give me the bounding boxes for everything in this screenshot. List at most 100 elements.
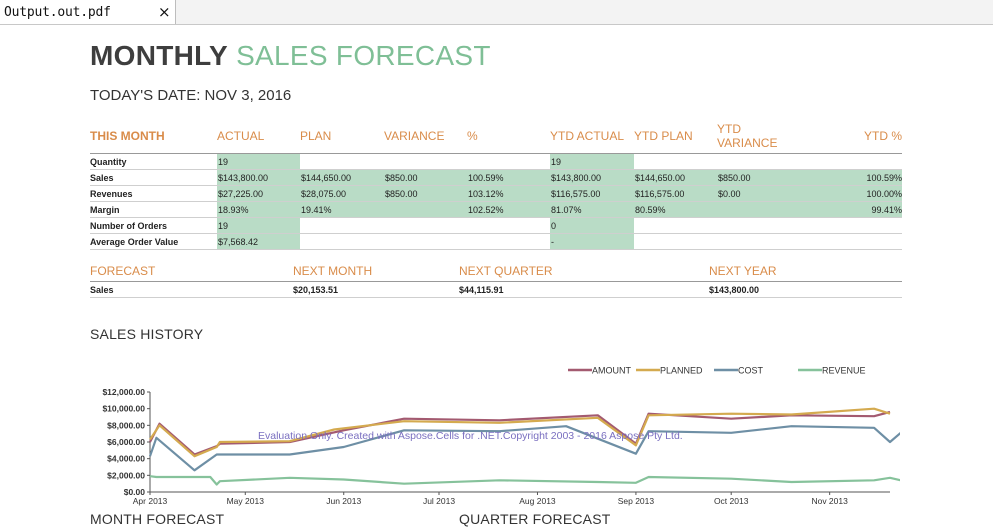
col-header: NEXT QUARTER xyxy=(459,264,553,278)
row-label: Quantity xyxy=(90,153,217,170)
x-tick-label: Jul 2013 xyxy=(423,496,455,506)
x-tick-label: May 2013 xyxy=(227,496,265,506)
y-tick-label: $8,000.00 xyxy=(107,420,145,430)
cell: $850.00 xyxy=(384,185,467,202)
cell: - xyxy=(550,233,634,250)
cell xyxy=(384,201,467,218)
cell: $850.00 xyxy=(384,169,467,186)
cell: 19 xyxy=(217,153,300,170)
forecast-table: FORECAST NEXT MONTH NEXT QUARTER NEXT YE… xyxy=(90,264,902,298)
cell: 103.12% xyxy=(467,185,550,202)
tab-bar: Output.out.pdf × xyxy=(0,0,993,25)
table-row: Sales $143,800.00 $144,650.00 $850.00 100.59… xyxy=(90,169,902,186)
cell xyxy=(467,153,550,170)
x-tick-label: Jun 2013 xyxy=(326,496,361,506)
cell xyxy=(384,217,467,234)
cell: $116,575.00 xyxy=(634,185,717,202)
cell: 0 xyxy=(550,217,634,234)
row-label: Revenues xyxy=(90,185,217,202)
col-header: NEXT MONTH xyxy=(293,264,373,278)
x-tick-label: Apr 2013 xyxy=(133,496,168,506)
cell: $28,075.00 xyxy=(300,185,384,202)
table-row: Sales $20,153.51 $44,115.91 $143,800.00 xyxy=(90,281,902,298)
cell xyxy=(717,233,800,250)
cell: $27,225.00 xyxy=(217,185,300,202)
cell xyxy=(717,201,800,218)
cell: $144,650.00 xyxy=(634,169,717,186)
forecast-table-header: FORECAST NEXT MONTH NEXT QUARTER NEXT YE… xyxy=(90,264,902,282)
title-bold: MONTHLY xyxy=(90,40,228,71)
cell: $143,800.00 xyxy=(550,169,634,186)
sales-history-chart: $0.00$2,000.00$4,000.00$6,000.00$8,000.0… xyxy=(102,366,900,506)
cell: 19 xyxy=(550,153,634,170)
cell xyxy=(300,217,384,234)
table-row: Number of Orders 19 0 xyxy=(90,217,902,234)
row-label: Number of Orders xyxy=(90,217,217,234)
cell: 80.59% xyxy=(634,201,717,218)
y-tick-label: $12,000.00 xyxy=(102,387,145,397)
legend-label: COST xyxy=(738,366,764,376)
pdf-page: MONTHLY SALES FORECAST TODAY'S DATE: NOV… xyxy=(0,24,993,527)
col-header: NEXT YEAR xyxy=(709,264,777,278)
cell xyxy=(384,233,467,250)
series-line-revenue xyxy=(149,475,900,486)
quarter-forecast-title: QUARTER FORECAST xyxy=(459,511,611,527)
cell: 18.93% xyxy=(217,201,300,218)
cell xyxy=(634,233,717,250)
x-tick-label: Nov 2013 xyxy=(811,496,848,506)
cell: 99.41% xyxy=(800,201,902,218)
cell: $144,650.00 xyxy=(300,169,384,186)
table-row: Margin 18.93% 19.41% 102.52% 81.07% 80.59% 99.… xyxy=(90,201,902,218)
cell: 19.41% xyxy=(300,201,384,218)
row-label: Sales xyxy=(90,169,217,186)
col-header: THIS MONTH xyxy=(90,129,165,143)
col-header: PLAN xyxy=(300,129,332,143)
y-tick-label: $6,000.00 xyxy=(107,437,145,447)
y-tick-label: $2,000.00 xyxy=(107,470,145,480)
report-title: MONTHLY SALES FORECAST xyxy=(90,40,491,72)
cell: $143,800.00 xyxy=(217,169,300,186)
legend-label: REVENUE xyxy=(822,366,866,376)
col-header: ACTUAL xyxy=(217,129,265,143)
cell: 19 xyxy=(217,217,300,234)
cell: $20,153.51 xyxy=(293,281,459,298)
cell xyxy=(300,153,384,170)
cell: $116,575.00 xyxy=(550,185,634,202)
cell xyxy=(800,153,902,170)
row-label: Average Order Value xyxy=(90,233,217,250)
col-header: VARIANCE xyxy=(384,129,445,143)
table-row: Quantity 19 19 xyxy=(90,153,902,170)
col-header: FORECAST xyxy=(90,264,156,278)
cell xyxy=(717,217,800,234)
y-tick-label: $10,000.00 xyxy=(102,404,145,414)
series-line-cost xyxy=(148,425,900,472)
row-label: Margin xyxy=(90,201,217,218)
col-header: % xyxy=(467,129,478,143)
col-header: YTD ACTUAL xyxy=(550,129,625,143)
legend-label: PLANNED xyxy=(660,366,703,376)
cell: $7,568.42 xyxy=(217,233,300,250)
legend-label: AMOUNT xyxy=(592,366,631,376)
y-tick-label: $4,000.00 xyxy=(107,454,145,464)
row-label: Sales xyxy=(90,281,293,298)
tab-title: Output.out.pdf xyxy=(4,5,111,20)
tab-output-pdf[interactable]: Output.out.pdf × xyxy=(0,0,176,24)
col-header: YTD % xyxy=(863,129,902,143)
cell xyxy=(467,233,550,250)
cell xyxy=(467,217,550,234)
cell: $44,115.91 xyxy=(459,281,709,298)
title-light: SALES FORECAST xyxy=(236,40,491,71)
cell: 100.00% xyxy=(800,185,902,202)
cell: $143,800.00 xyxy=(709,281,902,298)
report-date: TODAY'S DATE: NOV 3, 2016 xyxy=(90,87,292,104)
cell xyxy=(300,233,384,250)
cell: 100.59% xyxy=(467,169,550,186)
close-icon[interactable]: × xyxy=(158,3,171,21)
cell xyxy=(384,153,467,170)
col-header: YTD VARIANCE xyxy=(717,122,778,150)
watermark-text: Evaluation Only. Created with Aspose.Cel… xyxy=(258,430,683,442)
this-month-table: THIS MONTH ACTUAL PLAN VARIANCE % YTD AC… xyxy=(90,122,902,250)
x-tick-label: Sep 2013 xyxy=(618,496,655,506)
cell: $0.00 xyxy=(717,185,800,202)
table-row: Average Order Value $7,568.42 - xyxy=(90,233,902,250)
